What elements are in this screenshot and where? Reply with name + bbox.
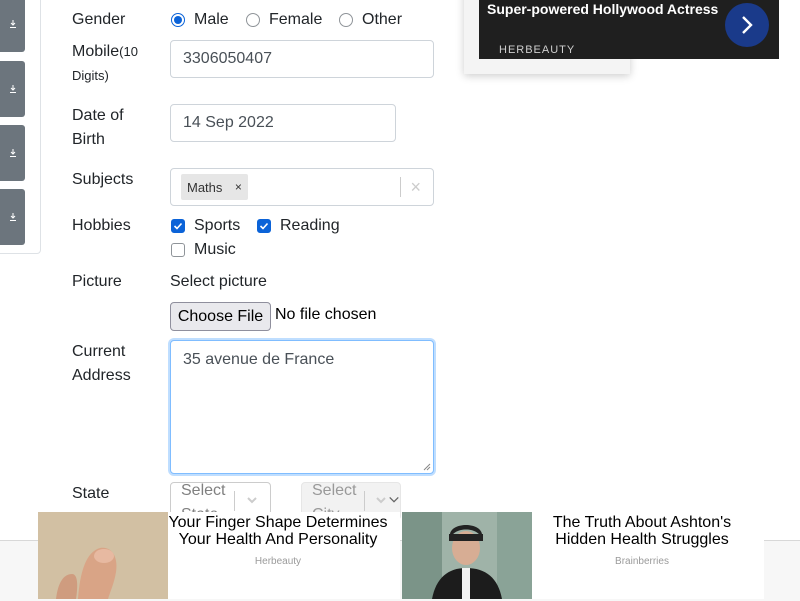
hobby-music-label[interactable]: Music bbox=[194, 240, 236, 260]
gender-other-radio[interactable] bbox=[339, 13, 353, 27]
bottom-ad-source-1: Herbeauty bbox=[254, 556, 302, 567]
gender-label: Gender bbox=[72, 11, 126, 28]
sidebar-download-button-1[interactable] bbox=[0, 0, 25, 52]
mobile-label: Mobile(10 bbox=[72, 40, 138, 64]
gender-other-label[interactable]: Other bbox=[362, 10, 402, 30]
ad-next-button[interactable] bbox=[725, 3, 769, 47]
hobby-reading-checkbox[interactable] bbox=[257, 219, 271, 233]
sidebar-download-button-2[interactable] bbox=[0, 61, 25, 117]
ad-top-card[interactable]: It Has Made Morena Baccarin A Super-powe… bbox=[479, 0, 779, 59]
subjects-separator bbox=[400, 177, 401, 197]
city-select-separator bbox=[364, 491, 365, 511]
ad-image-finger[interactable] bbox=[38, 512, 168, 599]
mobile-input[interactable]: 3306050407 bbox=[170, 40, 434, 78]
mobile-label-text: Mobile bbox=[72, 43, 120, 60]
state-label: State bbox=[72, 485, 110, 502]
resize-grip-icon[interactable] bbox=[423, 463, 431, 471]
chip-remove-icon[interactable]: × bbox=[228, 174, 248, 200]
clear-icon[interactable]: × bbox=[410, 175, 421, 199]
hobbies-label: Hobbies bbox=[72, 217, 131, 234]
sidebar-download-button-3[interactable] bbox=[0, 125, 25, 181]
dob-label-line1: Date of bbox=[72, 107, 124, 124]
address-label-line2: Address bbox=[72, 367, 131, 384]
chevron-down-icon[interactable] bbox=[245, 493, 259, 507]
subjects-label: Subjects bbox=[72, 171, 134, 188]
download-icon bbox=[9, 20, 16, 28]
checkmark-icon bbox=[173, 222, 183, 230]
file-status-text: No file chosen bbox=[275, 306, 377, 323]
mobile-hint: (10 bbox=[119, 44, 138, 59]
checkmark-icon bbox=[259, 222, 269, 230]
current-address-text: 35 avenue de France bbox=[183, 351, 335, 368]
gender-female-label[interactable]: Female bbox=[269, 10, 322, 30]
picture-caption: Select picture bbox=[170, 273, 267, 290]
dob-input[interactable]: 14 Sep 2022 bbox=[170, 104, 396, 142]
chevron-right-icon bbox=[742, 16, 753, 34]
subject-chip-label: Maths bbox=[187, 179, 223, 195]
bottom-ad-source-2: Brainberries bbox=[615, 556, 669, 567]
hobby-music-checkbox[interactable] bbox=[171, 243, 185, 257]
hobby-sports-checkbox[interactable] bbox=[171, 219, 185, 233]
subjects-input[interactable]: Maths × × bbox=[170, 168, 434, 206]
chevron-down-icon bbox=[389, 496, 399, 503]
picture-label: Picture bbox=[72, 273, 122, 290]
hobby-reading-label[interactable]: Reading bbox=[280, 216, 340, 236]
bottom-ad-title-1[interactable]: Your Finger Shape Determines Your Health… bbox=[168, 514, 388, 548]
choose-file-button[interactable]: Choose File bbox=[170, 302, 271, 331]
subject-chip-maths: Maths × bbox=[181, 174, 249, 200]
hobby-sports-label[interactable]: Sports bbox=[194, 216, 240, 236]
bottom-ad-card-1[interactable]: Your Finger Shape Determines Your Health… bbox=[38, 512, 400, 599]
ad-top-title[interactable]: It Has Made Morena Baccarin A Super-powe… bbox=[487, 0, 737, 18]
gender-female-radio[interactable] bbox=[246, 13, 260, 27]
download-icon bbox=[9, 213, 16, 221]
gender-male-label[interactable]: Male bbox=[194, 10, 229, 30]
download-icon bbox=[9, 85, 16, 93]
address-label-line1: Current bbox=[72, 343, 126, 360]
gender-male-radio[interactable] bbox=[171, 13, 185, 27]
ad-top-source: HERBEAUTY bbox=[499, 44, 576, 56]
chevron-down-icon[interactable] bbox=[374, 493, 388, 507]
bottom-ad-title-2[interactable]: The Truth About Ashton's Hidden Health S… bbox=[532, 514, 752, 548]
dob-label-line2: Birth bbox=[72, 131, 105, 148]
current-address-textarea[interactable]: 35 avenue de France bbox=[170, 340, 434, 474]
ad-image-ashton[interactable] bbox=[402, 512, 532, 599]
sidebar-download-button-4[interactable] bbox=[0, 189, 25, 245]
state-select-separator bbox=[234, 491, 235, 511]
download-icon bbox=[9, 149, 16, 157]
bottom-ad-card-2[interactable]: The Truth About Ashton's Hidden Health S… bbox=[402, 512, 764, 599]
mobile-hint-digits: Digits) bbox=[72, 68, 109, 83]
